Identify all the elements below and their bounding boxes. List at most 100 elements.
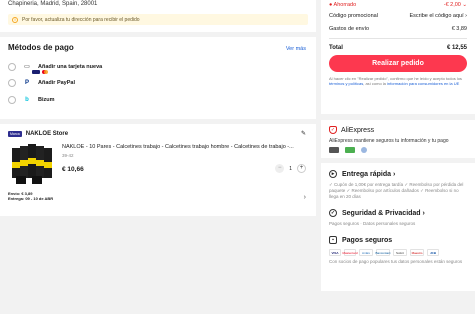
fast-delivery-title-text: Entrega rápida xyxy=(342,170,392,178)
brand-badge: Marca xyxy=(8,131,22,137)
quantity-stepper: − 1 + xyxy=(275,164,306,173)
warning-icon: ! xyxy=(12,16,18,23)
maestro-logo-icon: Maestro xyxy=(410,249,424,256)
fast-delivery-title: ▸ Entrega rápida › xyxy=(329,169,467,179)
quantity-value: 1 xyxy=(289,165,292,172)
payment-option-label: Bizum xyxy=(38,96,55,103)
chevron-right-icon[interactable]: › xyxy=(304,194,306,201)
trust-text: AliExpress mantiene seguros tu informaci… xyxy=(329,138,449,144)
certificate-logos xyxy=(329,147,467,153)
check-shield-icon: ✓ xyxy=(329,209,337,217)
product-price: € 10,66 xyxy=(62,166,84,173)
mastercard-logo-icon xyxy=(42,70,48,74)
saved-value: -€ 2,00 ⌄ xyxy=(444,2,467,8)
brand-name: AliExpress xyxy=(341,126,375,134)
card-icon: ▭ xyxy=(24,64,30,70)
order-summary: ● Ahorrado -€ 2,00 ⌄ Código promocional … xyxy=(321,0,475,114)
amex-logo-icon: AmEx xyxy=(359,249,373,256)
bizum-icon: b xyxy=(25,96,29,103)
secure-payments-block: ▪ Pagos seguros VISA Mastercard AmEx Ban… xyxy=(329,235,467,265)
address-warning: ! Por favor, actualiza tu dirección para… xyxy=(8,14,308,25)
address-line: Chapineria, Madrid, Spain, 28001 xyxy=(8,1,98,7)
radio-button[interactable] xyxy=(8,62,16,71)
saved-row: ● Ahorrado -€ 2,00 ⌄ xyxy=(329,0,467,9)
features-card: ▸ Entrega rápida › ✓ Cupón de 1,00€ por … xyxy=(321,163,475,291)
jcb-logo-icon: JCB xyxy=(427,249,439,256)
truck-icon: ▸ xyxy=(329,170,337,178)
decrease-button[interactable]: − xyxy=(275,164,285,173)
secure-payments-text: Con socios de pago populares tus datos p… xyxy=(329,259,463,264)
store-header: Marca NAKLOE Store xyxy=(8,130,308,138)
saved-value-text: -€ 2,00 xyxy=(443,1,461,8)
paypal-icon: P xyxy=(24,79,29,86)
edit-icon[interactable]: ✎ xyxy=(301,130,306,137)
payment-methods-card: Métodos de pago Ver más ▭ Añadir una tar… xyxy=(0,37,316,119)
visa-logo-icon: VISA xyxy=(329,249,341,256)
payment-logos: VISA Mastercard AmEx Bancontact Sofort M… xyxy=(329,249,467,256)
saved-label: ● Ahorrado xyxy=(329,2,356,8)
promo-input[interactable]: Escribe el código aquí › xyxy=(410,13,468,19)
shipping-info[interactable]: Envío: € 3,89 Entrega: 09 - 10 de ABR xyxy=(8,191,53,201)
payment-option-label: Añadir PayPal xyxy=(38,79,75,86)
warning-text: Por favor, actualiza tu dirección para r… xyxy=(22,16,140,23)
product-title[interactable]: NAKLOE - 10 Pares - Calcetines trabajo -… xyxy=(62,144,314,150)
lock-icon: ▪ xyxy=(329,236,337,244)
eu-info-link[interactable]: información para consumidores en la UE xyxy=(387,81,459,86)
sofort-logo-icon: Sofort xyxy=(393,249,407,256)
delivery-date: Entrega: 09 - 10 de ABR xyxy=(8,196,54,201)
see-more-link[interactable]: Ver más xyxy=(286,46,306,52)
security-title-text: Seguridad & Privacidad xyxy=(342,209,421,217)
shipping-row: Gastos de envío € 3,89 xyxy=(329,22,467,35)
divider xyxy=(329,38,467,39)
place-order-button[interactable]: Realizar pedido xyxy=(329,55,467,72)
trust-card: ✓ AliExpress AliExpress mantiene seguros… xyxy=(321,120,475,158)
product-item: NAKLOE - 10 Pares - Calcetines trabajo -… xyxy=(8,142,308,192)
promo-row[interactable]: Código promocional Escribe el código aqu… xyxy=(329,9,467,22)
payment-option-label: Añadir una tarjeta nueva xyxy=(38,63,103,70)
promo-placeholder: Escribe el código aquí xyxy=(409,12,464,19)
chevron-right-icon: › xyxy=(422,209,425,217)
security-title: ✓ Seguridad & Privacidad › xyxy=(329,208,467,218)
promo-label: Código promocional xyxy=(329,12,378,19)
secure-payments-title-text: Pagos seguros xyxy=(342,236,393,244)
trust-title: ✓ AliExpress xyxy=(329,126,467,134)
chevron-right-icon: › xyxy=(465,12,467,19)
security-block[interactable]: ✓ Seguridad & Privacidad › Pagos seguros… xyxy=(329,208,467,227)
fast-delivery-block[interactable]: ▸ Entrega rápida › ✓ Cupón de 1,00€ por … xyxy=(329,169,467,200)
shield-icon: ✓ xyxy=(329,126,337,134)
shipping-label: Gastos de envío xyxy=(329,25,370,32)
saved-label-text: Ahorrado xyxy=(333,1,357,8)
chevron-right-icon: › xyxy=(392,170,396,178)
mastercard-logo-icon: Mastercard xyxy=(342,249,358,256)
certificate-icon xyxy=(361,147,367,153)
legal-mid: , así como la xyxy=(363,81,388,86)
store-name[interactable]: NAKLOE Store xyxy=(26,131,68,137)
product-image[interactable] xyxy=(8,142,56,188)
increase-button[interactable]: + xyxy=(297,164,306,173)
terms-link[interactable]: términos y políticas xyxy=(329,81,363,86)
payment-option-paypal[interactable]: P Añadir PayPal xyxy=(8,74,308,91)
payment-option-bizum[interactable]: b Bizum xyxy=(8,91,308,108)
security-text: Pagos seguros · Datos personales seguros xyxy=(329,221,416,226)
product-variant: 39-42 xyxy=(62,153,74,158)
total-row: Total € 12,55 xyxy=(329,41,467,55)
fast-delivery-text: ✓ Cupón de 1,00€ por entrega tardía ✓ Re… xyxy=(329,182,464,199)
visa-logo-icon xyxy=(32,70,40,74)
order-sidebar: ● Ahorrado -€ 2,00 ⌄ Código promocional … xyxy=(321,0,475,291)
store-card: Marca NAKLOE Store ✎ NAKLOE - 10 Pares -… xyxy=(0,124,316,216)
checkout-main: Chapineria, Madrid, Spain, 28001 ! Por f… xyxy=(0,0,316,216)
total-label: Total xyxy=(329,45,343,51)
secure-payments-title: ▪ Pagos seguros xyxy=(329,235,467,245)
address-card: Chapineria, Madrid, Spain, 28001 ! Por f… xyxy=(0,0,316,32)
radio-button[interactable] xyxy=(8,95,16,104)
payment-title: Métodos de pago xyxy=(8,43,74,52)
certificate-icon xyxy=(345,147,355,153)
legal-text: Al hacer clic en "Realizar pedido", conf… xyxy=(329,76,467,86)
radio-button[interactable] xyxy=(8,78,16,87)
shipping-value: € 3,89 xyxy=(451,25,467,32)
checkout-page: Chapineria, Madrid, Spain, 28001 ! Por f… xyxy=(0,0,475,314)
chevron-down-icon[interactable]: ⌄ xyxy=(462,2,467,8)
bancontact-logo-icon: Bancontact xyxy=(375,249,391,256)
total-value: € 12,55 xyxy=(446,45,467,51)
certificate-icon xyxy=(329,147,339,153)
